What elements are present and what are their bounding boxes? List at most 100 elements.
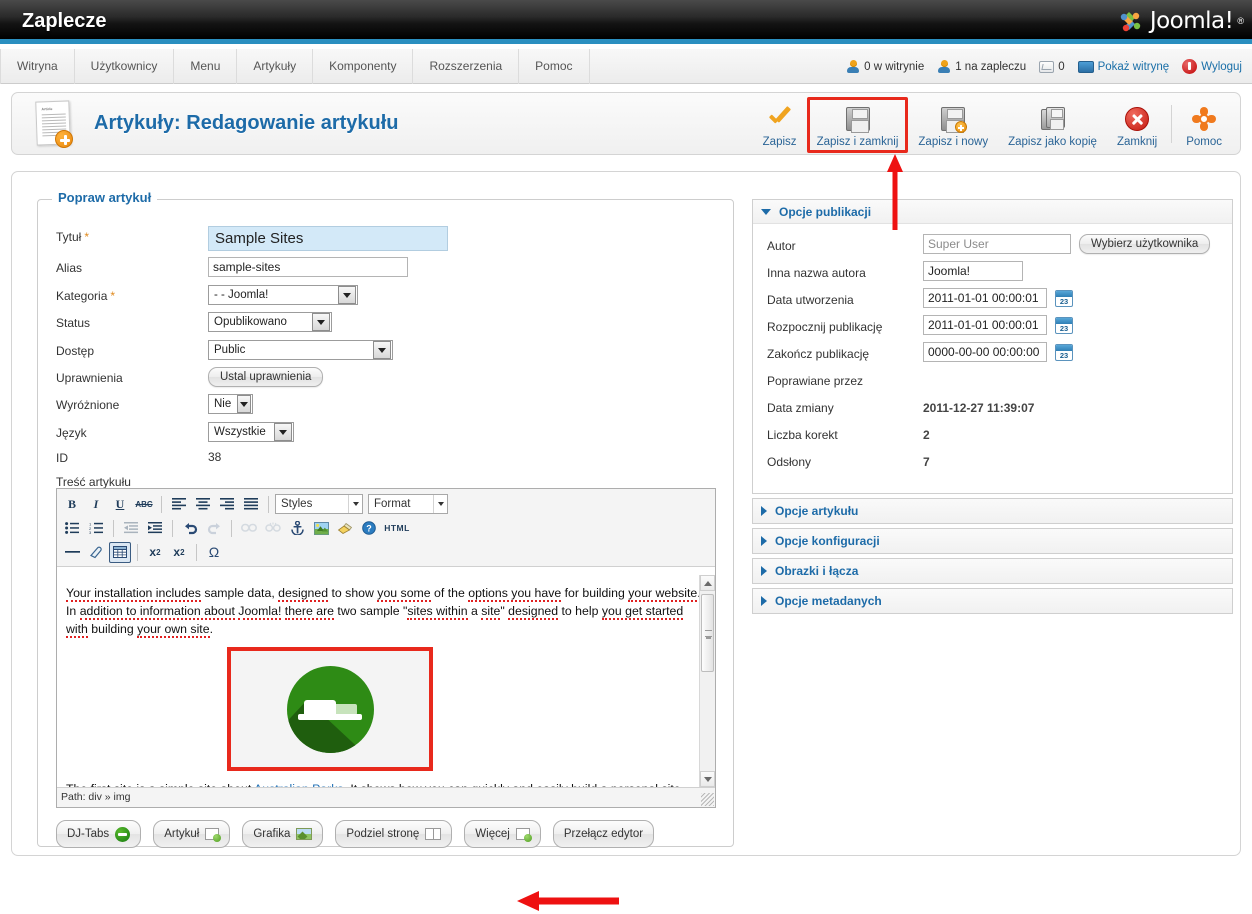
panel-publishing-header[interactable]: Opcje publikacji — [753, 200, 1232, 224]
sidebar-options: Opcje publikacji Autor Wybierz użytkownik… — [752, 199, 1233, 618]
select-user-button[interactable]: Wybierz użytkownika — [1079, 234, 1211, 254]
title-input[interactable] — [208, 226, 448, 251]
numbered-list-icon[interactable]: 123 — [85, 518, 107, 539]
panel-header-opcje-metadanych[interactable]: Opcje metadanych — [753, 589, 1232, 613]
editor-content-area[interactable]: Your installation includes sample data, … — [57, 575, 715, 787]
featured-select[interactable]: Nie — [208, 394, 253, 414]
spellcheck-word: Joomla! — [238, 604, 282, 620]
calendar-icon[interactable]: 23 — [1055, 343, 1073, 361]
menu-item-witryna[interactable]: Witryna — [0, 49, 75, 84]
publishing-row-autor: Autor Wybierz użytkownika — [753, 234, 1232, 261]
help-circle-icon[interactable]: ? — [358, 518, 380, 539]
superscript-icon[interactable]: x2 — [168, 542, 190, 563]
menu-item-pomoc[interactable]: Pomoc — [519, 49, 590, 84]
toolbar-button-zapisz[interactable]: Zapisz — [753, 97, 807, 153]
toolbar-button-zapisz-jako-kopi-[interactable]: Zapisz jako kopię — [998, 97, 1107, 153]
label-language: Język — [56, 426, 87, 440]
category-select[interactable]: - - Joomla! — [208, 285, 358, 305]
plugin-button-dj-tabs[interactable]: DJ-Tabs — [56, 820, 142, 848]
table-icon[interactable] — [109, 541, 131, 563]
italic-icon[interactable]: I — [85, 494, 107, 515]
panel-publishing-options: Opcje publikacji Autor Wybierz użytkownik… — [752, 199, 1233, 494]
align-right-icon[interactable] — [216, 494, 238, 515]
remove-format-icon[interactable] — [85, 542, 107, 563]
menu-item-u-ytkownicy[interactable]: Użytkownicy — [75, 49, 175, 84]
plugin-button-grafika[interactable]: Grafika — [242, 820, 324, 848]
align-left-icon[interactable] — [168, 494, 190, 515]
logout-link[interactable]: Wyloguj — [1182, 59, 1242, 74]
menu-item-label: Użytkownicy — [90, 59, 158, 73]
status-visitors[interactable]: 0 w witrynie — [846, 59, 924, 74]
editor-paragraph-2: The first site is a simple site about Au… — [66, 780, 703, 787]
scroll-up-arrow-icon[interactable] — [700, 575, 715, 591]
date-input-data-utworzenia[interactable] — [923, 288, 1047, 308]
plugin-button-label: Podziel stronę — [346, 828, 420, 840]
bullet-list-icon[interactable] — [61, 518, 83, 539]
status-select[interactable]: Opublikowano — [208, 312, 332, 332]
cleanup-icon[interactable] — [334, 518, 356, 539]
html-source-button[interactable]: HTML — [382, 518, 412, 539]
panel-header-opcje-konfiguracji[interactable]: Opcje konfiguracji — [753, 529, 1232, 553]
plugin-button-artykuł[interactable]: Artykuł — [153, 820, 231, 848]
date-input-zakończ-publikację[interactable] — [923, 342, 1047, 362]
set-permissions-button[interactable]: Ustal uprawnienia — [208, 367, 324, 387]
spellcheck-word: you some — [377, 586, 431, 602]
unlink-icon[interactable] — [262, 518, 284, 539]
horizontal-rule-icon[interactable] — [61, 542, 83, 563]
panel-header-obrazki-i-łącza[interactable]: Obrazki i łącza — [753, 559, 1232, 583]
publishing-row-rozpocznij-publikację: Rozpocznij publikację 23 — [753, 315, 1232, 342]
editor-resize-handle[interactable] — [701, 793, 714, 806]
spellcheck-word: designed — [508, 604, 559, 620]
status-messages[interactable]: 0 — [1039, 60, 1065, 73]
scrollbar-thumb[interactable] — [701, 594, 714, 672]
editor-text[interactable]: Your installation includes sample data, … — [57, 575, 715, 787]
undo-icon[interactable] — [179, 518, 201, 539]
strikethrough-icon[interactable]: ABC — [133, 494, 155, 515]
menu-item-menu[interactable]: Menu — [174, 49, 238, 84]
spellcheck-word: your website — [628, 586, 698, 602]
publishing-row-zakończ-publikację: Zakończ publikację 23 — [753, 342, 1232, 369]
panel-header-opcje-artykułu[interactable]: Opcje artykułu — [753, 499, 1232, 523]
calendar-icon[interactable]: 23 — [1055, 289, 1073, 307]
author-alias-input[interactable] — [923, 261, 1023, 281]
status-admins[interactable]: 1 na zapleczu — [937, 59, 1026, 74]
preview-site-link[interactable]: Pokaż witrynę — [1077, 60, 1169, 73]
bold-icon[interactable]: B — [61, 494, 83, 515]
align-justify-icon[interactable] — [240, 494, 262, 515]
plugin-button-więcej[interactable]: Więcej — [464, 820, 541, 848]
calendar-icon[interactable]: 23 — [1055, 316, 1073, 334]
editor-inline-image[interactable] — [227, 647, 433, 771]
menu-item-artyku-y[interactable]: Artykuły — [237, 49, 314, 84]
format-select[interactable]: Format — [368, 494, 448, 514]
editor-scrollbar[interactable] — [699, 575, 715, 787]
subscript-icon[interactable]: x2 — [144, 542, 166, 563]
link-icon[interactable] — [238, 518, 260, 539]
menu-item-rozszerzenia[interactable]: Rozszerzenia — [413, 49, 520, 84]
date-input-rozpocznij-publikację[interactable] — [923, 315, 1047, 335]
plugin-button-podziel-stronę[interactable]: Podziel stronę — [335, 820, 453, 848]
alias-input[interactable] — [208, 257, 408, 277]
plugin-button-przełącz-edytor[interactable]: Przełącz edytor — [552, 820, 655, 848]
main-content-panel: Popraw artykuł Tytuł* Alias Kategoria* — [11, 171, 1241, 911]
author-input[interactable] — [923, 234, 1071, 254]
toolbar-button-pomoc[interactable]: Pomoc — [1176, 97, 1232, 153]
toolbar-button-zapisz-i-zamknij[interactable]: Zapisz i zamknij — [806, 97, 909, 153]
redo-icon[interactable] — [203, 518, 225, 539]
outdent-icon[interactable] — [120, 518, 142, 539]
underline-icon[interactable]: U — [109, 494, 131, 515]
indent-icon[interactable] — [144, 518, 166, 539]
screen-icon — [1077, 60, 1094, 73]
chevron-right-icon — [761, 536, 767, 546]
anchor-icon[interactable] — [286, 518, 308, 539]
scroll-down-arrow-icon[interactable] — [700, 771, 715, 787]
image-icon[interactable] — [310, 518, 332, 539]
toolbar-button-zamknij[interactable]: Zamknij — [1107, 97, 1167, 153]
align-center-icon[interactable] — [192, 494, 214, 515]
access-select[interactable]: Public — [208, 340, 393, 360]
toolbar-button-zapisz-i-nowy[interactable]: Zapisz i nowy — [908, 97, 998, 153]
panel-publishing-body: Autor Wybierz użytkownika Inna nazwa autor… — [753, 224, 1232, 493]
language-select[interactable]: Wszystkie — [208, 422, 294, 442]
menu-item-komponenty[interactable]: Komponenty — [313, 49, 414, 84]
styles-select[interactable]: Styles — [275, 494, 363, 514]
special-char-icon[interactable]: Ω — [203, 542, 225, 563]
